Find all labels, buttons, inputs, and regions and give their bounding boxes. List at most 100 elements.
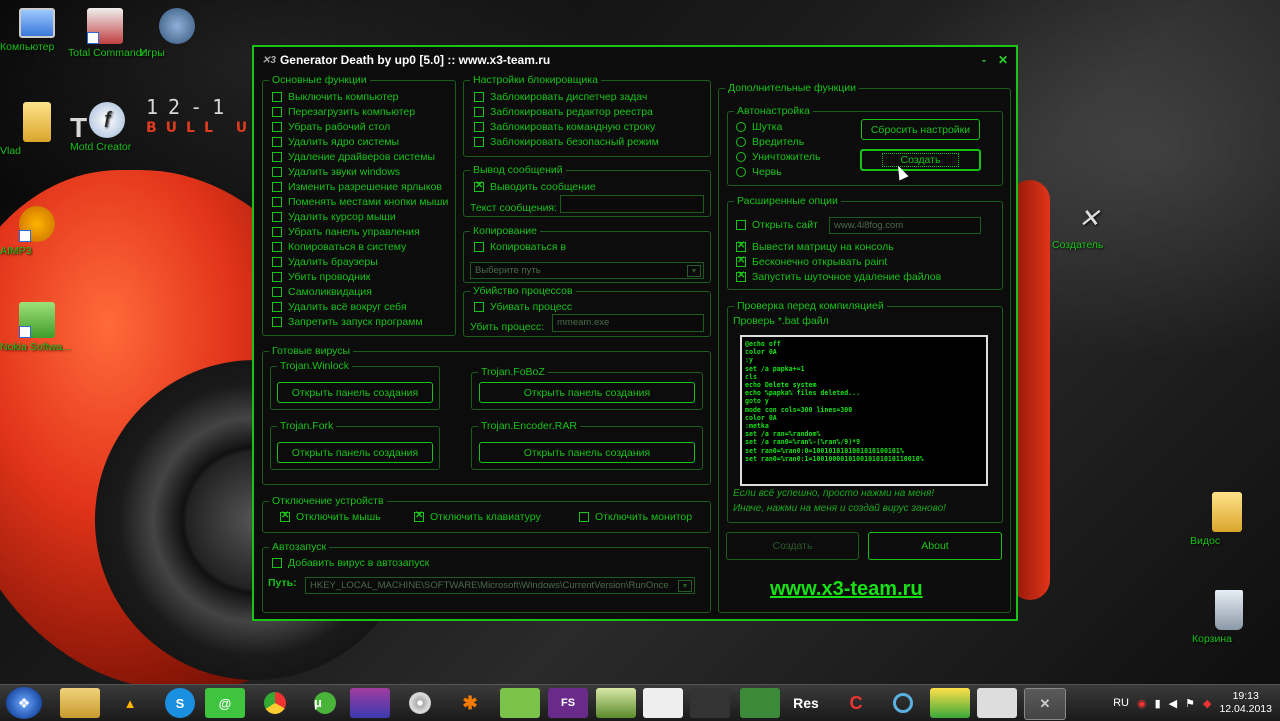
basic-function-checkbox[interactable]: Поменять местами кнопки мыши: [272, 196, 448, 208]
auto-create-button[interactable]: Создать: [860, 149, 981, 171]
basic-function-checkbox[interactable]: Убрать панель управления: [272, 226, 420, 238]
fs-taskbar-icon[interactable]: FS: [548, 688, 588, 718]
winrar-taskbar-icon[interactable]: [350, 688, 390, 718]
clock[interactable]: 19:13 12.04.2013: [1219, 690, 1272, 716]
mail-agent-taskbar-icon[interactable]: @: [205, 688, 245, 718]
start-button[interactable]: ❖: [6, 687, 42, 719]
fake-delete-checkbox[interactable]: Запустить шуточное удаление файлов: [736, 270, 941, 283]
copy-path-value: Выберите путь: [475, 265, 541, 276]
disable-monitor-checkbox[interactable]: Отключить монитор: [579, 511, 692, 523]
desktop-icon-video-folder[interactable]: Видос: [1190, 492, 1264, 547]
autorun-checkbox[interactable]: Добавить вирус в автозапуск: [272, 557, 429, 569]
show-message-checkbox[interactable]: Выводить сообщение: [474, 180, 596, 193]
auto-setup-radio[interactable]: Вредитель: [736, 136, 804, 148]
kill-process-input[interactable]: mmeam.exe: [552, 314, 704, 332]
paint-loop-checkbox[interactable]: Бесконечно открывать paint: [736, 255, 887, 268]
blocker-checkbox[interactable]: Заблокировать безопасный режим: [474, 136, 659, 148]
open-site-checkbox[interactable]: Открыть сайт: [736, 219, 818, 231]
blocker-checkbox[interactable]: Заблокировать диспетчер задач: [474, 91, 647, 103]
basic-function-checkbox[interactable]: Убрать рабочий стол: [272, 121, 390, 133]
open-fork-panel-button[interactable]: Открыть панель создания: [277, 442, 433, 463]
res-taskbar-icon[interactable]: Res: [786, 688, 826, 718]
basic-function-checkbox[interactable]: Выключить компьютер: [272, 91, 399, 103]
kill-process-checkbox[interactable]: Убивать процесс: [474, 301, 572, 313]
desktop-icon-vlad[interactable]: Vlad: [0, 102, 74, 157]
basic-function-checkbox[interactable]: Удалить курсор мыши: [272, 211, 396, 223]
open-encoder-panel-button[interactable]: Открыть панель создания: [479, 442, 695, 463]
blocker-checkbox[interactable]: Заблокировать редактор реестра: [474, 106, 653, 118]
console-line: cls: [745, 372, 757, 381]
open-foboz-panel-button[interactable]: Открыть панель создания: [479, 382, 695, 403]
disable-keyboard-box: [414, 510, 424, 522]
basic-function-checkbox[interactable]: Удалить ядро системы: [272, 136, 399, 148]
blocker-checkbox[interactable]: Заблокировать командную строку: [474, 121, 655, 133]
message-text-input[interactable]: [560, 195, 704, 213]
basic-function-checkbox[interactable]: Удалить браузеры: [272, 256, 378, 268]
app-taskbar-icon[interactable]: [596, 688, 636, 718]
window-titlebar[interactable]: ✕3 Generator Death by up0 [5.0] :: www.x…: [254, 47, 1016, 73]
explorer-taskbar-icon[interactable]: [60, 688, 100, 718]
desktop-icon-creator[interactable]: ✕ Создатель: [1052, 200, 1126, 251]
aimp-taskbar-icon[interactable]: ▲: [110, 688, 150, 718]
antivirus-tray-icon[interactable]: ◆: [1203, 697, 1211, 710]
auto-setup-radio[interactable]: Уничтожитель: [736, 151, 820, 163]
basic-function-checkbox[interactable]: Самоликвидация: [272, 286, 372, 298]
desktop-icon-games[interactable]: Игры: [140, 8, 214, 59]
auto-setup-radio[interactable]: Шутка: [736, 121, 782, 133]
about-button[interactable]: About: [868, 532, 1002, 560]
desktop-icon-nokia-software[interactable]: Nokia Softwa...: [0, 302, 74, 353]
basic-function-checkbox[interactable]: Запретить запуск программ: [272, 316, 423, 328]
chrome-taskbar-icon[interactable]: [255, 688, 295, 718]
reset-settings-button[interactable]: Сбросить настройки: [861, 119, 980, 140]
ready-viruses-title: Готовые вирусы: [269, 345, 354, 357]
desktop-icon-computer[interactable]: Компьютер: [0, 8, 74, 53]
desktop-icon-recycle-bin[interactable]: Корзина: [1192, 590, 1266, 645]
tool-taskbar-icon[interactable]: [977, 688, 1017, 718]
skype-taskbar-icon[interactable]: S: [165, 688, 195, 718]
basic-function-checkbox[interactable]: Удалить всё вокруг себя: [272, 301, 407, 313]
ccleaner-taskbar-icon[interactable]: C: [836, 688, 876, 718]
phone-taskbar-icon[interactable]: [643, 688, 683, 718]
basic-function-checkbox[interactable]: Перезагрузить компьютер: [272, 106, 415, 118]
desktop-icon-total-commander[interactable]: Total Commander: [68, 8, 151, 59]
basic-function-checkbox[interactable]: Убить проводник: [272, 271, 370, 283]
disable-keyboard-checkbox[interactable]: Отключить клавиатуру: [414, 510, 541, 523]
basic-function-checkbox[interactable]: Удалить звуки windows: [272, 166, 400, 178]
circle-app-taskbar-icon[interactable]: [883, 688, 923, 718]
bat-preview-console[interactable]: @echo off color 0A:y set /a papka+=1 cls ech…: [740, 335, 988, 486]
site-link[interactable]: www.x3-team.ru: [770, 578, 923, 601]
kill-process-label: Убить процесс:: [470, 321, 545, 333]
basic-function-checkbox[interactable]: Копироваться в систему: [272, 241, 406, 253]
matrix-console-checkbox[interactable]: Вывести матрицу на консоль: [736, 240, 894, 253]
flag-icon[interactable]: ⚑: [1185, 697, 1195, 710]
open-winlock-panel-button[interactable]: Открыть панель создания: [277, 382, 433, 403]
disable-mouse-checkbox[interactable]: Отключить мышь: [280, 510, 381, 523]
utorrent-taskbar-icon[interactable]: μ: [305, 688, 345, 718]
minimize-button[interactable]: -: [982, 53, 986, 67]
autorun-path-select[interactable]: HKEY_LOCAL_MACHINE\SOFTWARE\Microsoft\Wi…: [305, 577, 695, 594]
auto-setup-radio[interactable]: Червь: [736, 166, 782, 178]
nokia-taskbar-icon[interactable]: [500, 688, 540, 718]
vk-taskbar-icon[interactable]: [690, 688, 730, 718]
network-icon[interactable]: ▮: [1155, 697, 1161, 710]
green-app-taskbar-icon[interactable]: [930, 688, 970, 718]
avast-taskbar-icon[interactable]: ✱: [450, 688, 490, 718]
desktop-icon-aimp3[interactable]: AIMP3: [0, 206, 74, 257]
record-icon[interactable]: ◉: [1137, 697, 1147, 710]
radio-icon: [736, 137, 746, 147]
kill-process-title: Убийство процессов: [470, 285, 576, 297]
site-url-input[interactable]: www.4i8fog.com: [829, 217, 981, 234]
basic-function-checkbox[interactable]: Удаление драйверов системы: [272, 151, 435, 163]
cmd-taskbar-icon[interactable]: [740, 688, 780, 718]
generator-taskbar-icon[interactable]: ✕: [1024, 688, 1066, 720]
basic-function-checkbox[interactable]: Изменить разрешение ярлыков: [272, 181, 442, 193]
copy-path-select[interactable]: Выберите путь ▼: [470, 262, 704, 279]
copy-to-checkbox[interactable]: Копироваться в: [474, 241, 566, 253]
language-indicator[interactable]: RU: [1113, 697, 1129, 709]
close-button[interactable]: ✕: [998, 53, 1008, 67]
volume-icon[interactable]: ◀: [1169, 697, 1177, 710]
desktop-icon-motd-creator[interactable]: f Motd Creator: [70, 102, 144, 153]
basic-function-checkbox-box: [272, 227, 282, 237]
disc-taskbar-icon[interactable]: [400, 688, 440, 718]
create-virus-button[interactable]: Создать: [726, 532, 859, 560]
